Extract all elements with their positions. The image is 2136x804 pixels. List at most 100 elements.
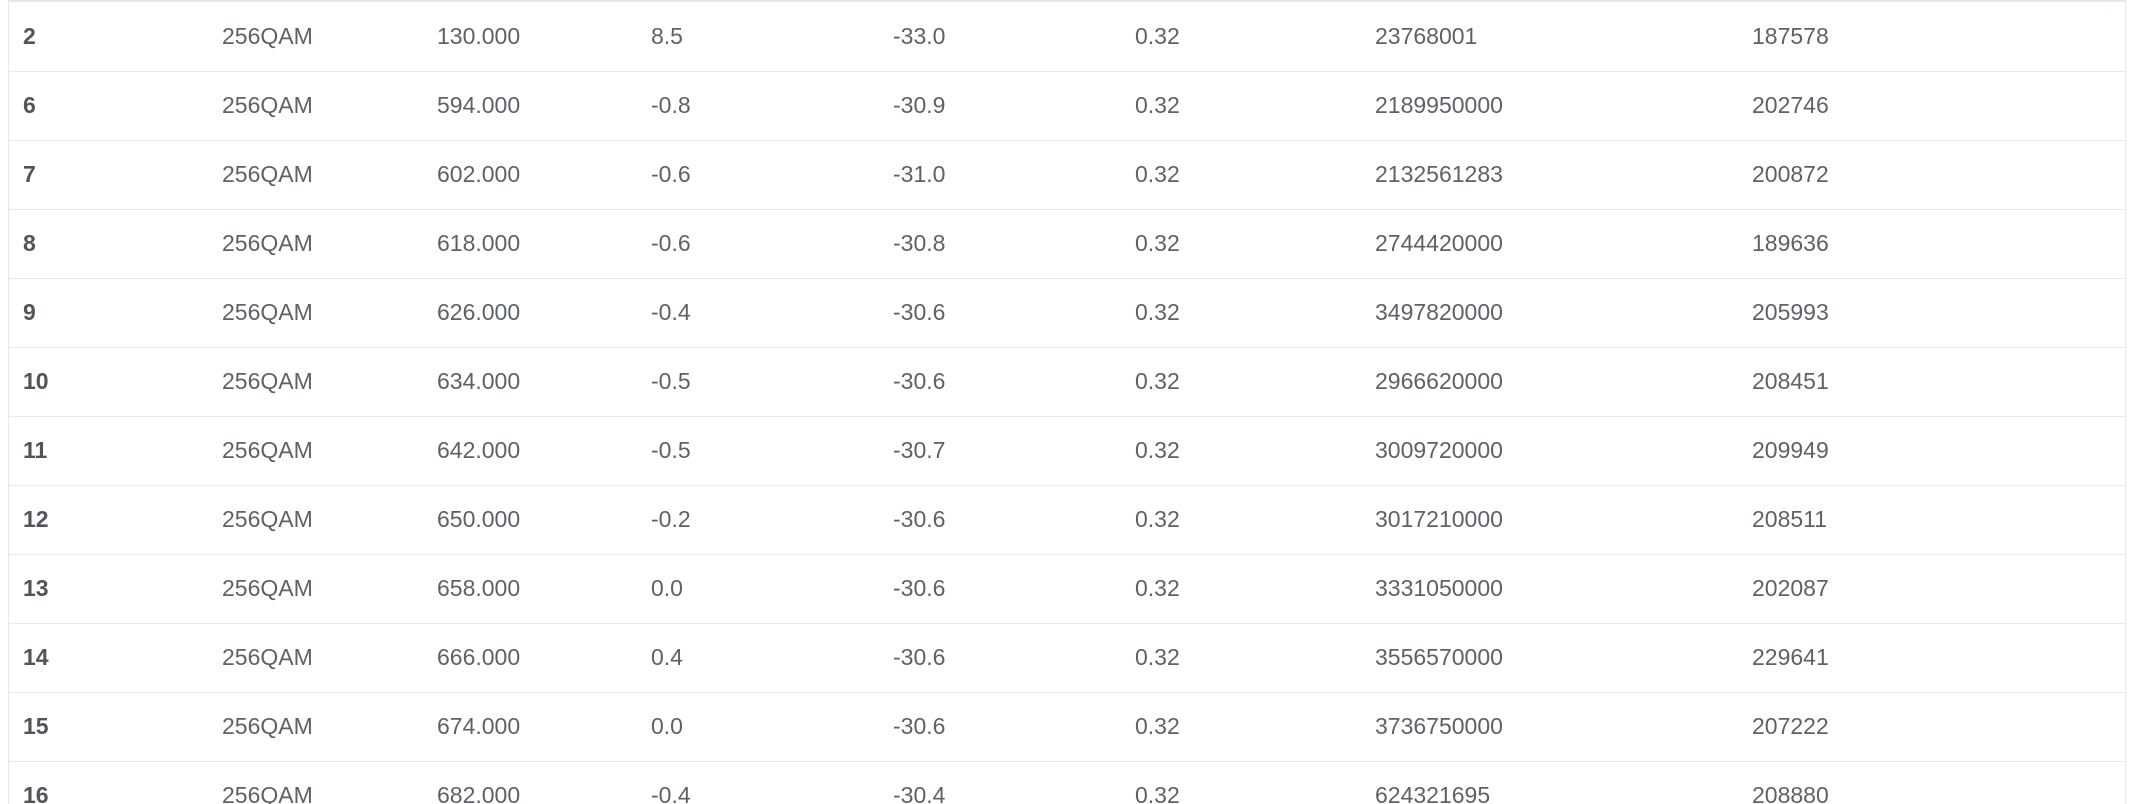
modulation-cell: 256QAM: [222, 575, 313, 601]
errors-cell: 202087: [1752, 575, 1829, 601]
table-row: 8 256QAM 618.000 -0.6 -30.8 0.32 2744420000 189…: [9, 209, 2125, 278]
table-row: 15 256QAM 674.000 0.0 -30.6 0.32 3736750000 207…: [9, 692, 2125, 761]
codewords-cell: 23768001: [1375, 22, 1478, 49]
modulation-cell: 256QAM: [222, 437, 313, 463]
codewords-cell: 2132561283: [1375, 161, 1503, 187]
frequency-cell: 650.000: [437, 506, 521, 532]
codewords-cell: 2744420000: [1375, 230, 1503, 256]
channel-id-cell: 11: [23, 437, 48, 463]
channel-id-cell: 16: [23, 782, 49, 804]
errors-cell: 187578: [1752, 22, 1829, 49]
channel-id-cell: 12: [23, 506, 49, 532]
power-cell: 8.5: [651, 22, 683, 49]
channel-id-cell: 15: [23, 713, 49, 739]
symbol-rate-cell: 0.32: [1135, 644, 1180, 670]
frequency-cell: 634.000: [437, 368, 521, 394]
symbol-rate-cell: 0.32: [1135, 575, 1180, 601]
frequency-cell: 682.000: [437, 782, 521, 804]
power-cell: 0.4: [651, 644, 683, 670]
table-row: 9 256QAM 626.000 -0.4 -30.6 0.32 3497820000 205…: [9, 278, 2125, 347]
modulation-cell: 256QAM: [222, 782, 313, 804]
table-row: 2 256QAM 130.000 8.5 -33.0 0.32 23768001 187578: [9, 2, 2125, 71]
modulation-cell: 256QAM: [222, 299, 313, 325]
frequency-cell: 130.000: [437, 22, 521, 49]
channel-id-cell: 8: [23, 230, 36, 256]
power-cell: -0.4: [651, 299, 691, 325]
modulation-cell: 256QAM: [222, 368, 313, 394]
codewords-cell: 2189950000: [1375, 92, 1503, 118]
codewords-cell: 3331050000: [1375, 575, 1503, 601]
table-row: 13 256QAM 658.000 0.0 -30.6 0.32 3331050000 202…: [9, 554, 2125, 623]
snr-cell: -31.0: [893, 161, 946, 187]
frequency-cell: 674.000: [437, 713, 521, 739]
modulation-cell: 256QAM: [222, 713, 313, 739]
codewords-cell: 3017210000: [1375, 506, 1503, 532]
frequency-cell: 658.000: [437, 575, 521, 601]
power-cell: 0.0: [651, 713, 683, 739]
errors-cell: 207222: [1752, 713, 1829, 739]
power-cell: -0.2: [651, 506, 691, 532]
table-body: 2 256QAM 130.000 8.5 -33.0 0.32 23768001 187578…: [9, 2, 2125, 804]
codewords-cell: 2966620000: [1375, 368, 1503, 394]
channel-id-cell: 10: [23, 368, 49, 394]
codewords-cell: 624321695: [1375, 782, 1491, 804]
frequency-cell: 618.000: [437, 230, 521, 256]
channel-id-cell: 9: [23, 299, 36, 325]
table-row: 7 256QAM 602.000 -0.6 -31.0 0.32 2132561283 200…: [9, 140, 2125, 209]
channel-id-cell: 13: [23, 575, 49, 601]
snr-cell: -33.0: [893, 22, 946, 49]
snr-cell: -30.6: [893, 713, 946, 739]
snr-cell: -30.8: [893, 230, 946, 256]
errors-cell: 202746: [1752, 92, 1829, 118]
snr-cell: -30.6: [893, 368, 946, 394]
frequency-cell: 626.000: [437, 299, 521, 325]
table-row: 12 256QAM 650.000 -0.2 -30.6 0.32 3017210000 20…: [9, 485, 2125, 554]
snr-cell: -30.9: [893, 92, 946, 118]
errors-cell: 209949: [1752, 437, 1829, 463]
modulation-cell: 256QAM: [222, 22, 313, 49]
frequency-cell: 594.000: [437, 92, 521, 118]
table-row: 14 256QAM 666.000 0.4 -30.6 0.32 3556570000 229…: [9, 623, 2125, 692]
symbol-rate-cell: 0.32: [1135, 437, 1180, 463]
symbol-rate-cell: 0.32: [1135, 782, 1180, 804]
channel-table: 2 256QAM 130.000 8.5 -33.0 0.32 23768001 187578…: [9, 2, 2125, 804]
frequency-cell: 666.000: [437, 644, 521, 670]
errors-cell: 189636: [1752, 230, 1829, 256]
symbol-rate-cell: 0.32: [1135, 713, 1180, 739]
modulation-cell: 256QAM: [222, 161, 313, 187]
downstream-channel-table: 2 256QAM 130.000 8.5 -33.0 0.32 23768001 187578…: [8, 0, 2126, 804]
snr-cell: -30.6: [893, 506, 946, 532]
power-cell: -0.8: [651, 92, 691, 118]
symbol-rate-cell: 0.32: [1135, 161, 1180, 187]
power-cell: -0.5: [651, 368, 691, 394]
frequency-cell: 602.000: [437, 161, 521, 187]
frequency-cell: 642.000: [437, 437, 521, 463]
power-cell: -0.6: [651, 230, 691, 256]
symbol-rate-cell: 0.32: [1135, 299, 1180, 325]
modulation-cell: 256QAM: [222, 230, 313, 256]
channel-id-cell: 6: [23, 92, 36, 118]
errors-cell: 208880: [1752, 782, 1829, 804]
power-cell: -0.5: [651, 437, 691, 463]
symbol-rate-cell: 0.32: [1135, 506, 1180, 532]
table-row: 11 256QAM 642.000 -0.5 -30.7 0.32 3009720000 20…: [9, 416, 2125, 485]
symbol-rate-cell: 0.32: [1135, 368, 1180, 394]
channel-id-cell: 14: [23, 644, 49, 670]
modulation-cell: 256QAM: [222, 506, 313, 532]
errors-cell: 208451: [1752, 368, 1829, 394]
table-row: 10 256QAM 634.000 -0.5 -30.6 0.32 2966620000 20…: [9, 347, 2125, 416]
symbol-rate-cell: 0.32: [1135, 92, 1180, 118]
snr-cell: -30.7: [893, 437, 946, 463]
modulation-cell: 256QAM: [222, 644, 313, 670]
symbol-rate-cell: 0.32: [1135, 22, 1180, 49]
modulation-cell: 256QAM: [222, 92, 313, 118]
errors-cell: 205993: [1752, 299, 1829, 325]
codewords-cell: 3009720000: [1375, 437, 1503, 463]
errors-cell: 229641: [1752, 644, 1829, 670]
snr-cell: -30.6: [893, 644, 946, 670]
codewords-cell: 3736750000: [1375, 713, 1503, 739]
errors-cell: 200872: [1752, 161, 1829, 187]
power-cell: -0.6: [651, 161, 691, 187]
errors-cell: 208511: [1752, 506, 1828, 532]
symbol-rate-cell: 0.32: [1135, 230, 1180, 256]
